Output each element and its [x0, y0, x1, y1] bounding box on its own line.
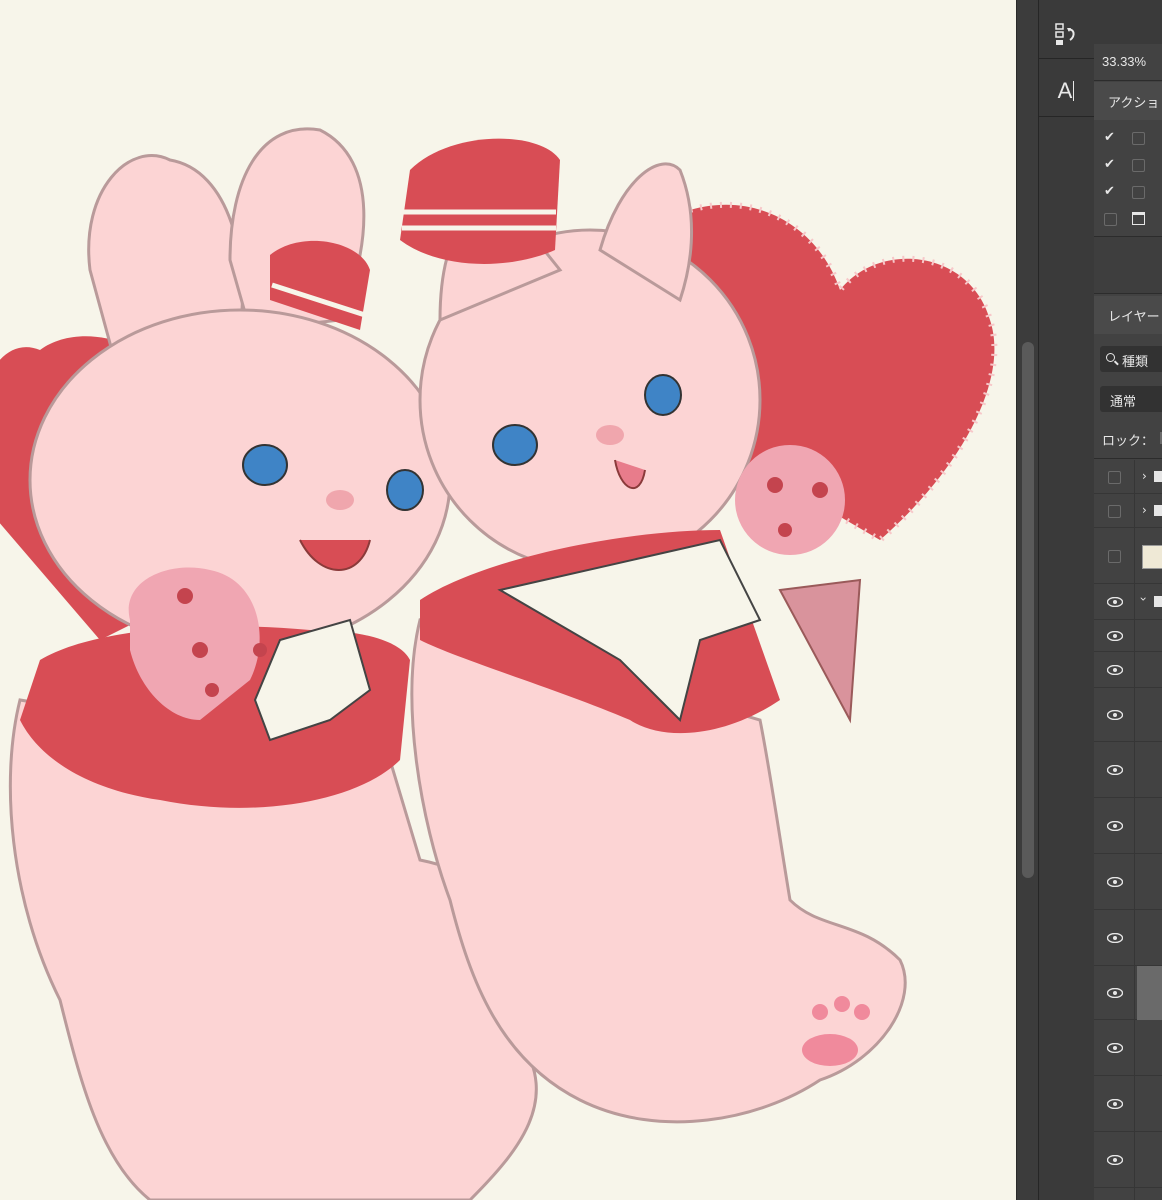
eye-icon[interactable] — [1107, 933, 1123, 943]
actions-panel-title: アクショ — [1108, 96, 1160, 111]
folder-icon — [1154, 505, 1162, 516]
scrollbar-thumb[interactable] — [1022, 342, 1034, 878]
action-toggle-check-icon[interactable]: ✔ — [1104, 131, 1116, 144]
layer-filter-row: 種類 — [1094, 344, 1162, 374]
layer-row[interactable] — [1094, 1132, 1162, 1188]
layer-filter-label: 種類 — [1122, 355, 1149, 370]
eye-icon[interactable] — [1107, 597, 1123, 607]
action-toggle-check-icon[interactable]: ✔ — [1104, 158, 1116, 171]
blend-mode-value: 通常 — [1110, 395, 1137, 410]
layer-row[interactable] — [1094, 688, 1162, 742]
canvas-vertical-scrollbar[interactable] — [1016, 0, 1039, 1200]
layer-row[interactable] — [1094, 652, 1162, 688]
right-cat-paw-pad — [802, 1034, 858, 1066]
lock-label: ロック： — [1102, 434, 1155, 449]
action-toggle-empty[interactable] — [1104, 213, 1117, 226]
layer-selected-highlight — [1137, 966, 1162, 1020]
zoom-row: 33.33% — [1094, 44, 1162, 80]
type-tool-icon[interactable]: A — [1048, 74, 1084, 108]
layers-panel-title: レイヤー — [1108, 310, 1160, 325]
folder-icon — [1154, 596, 1162, 607]
layer-row[interactable] — [1094, 742, 1162, 798]
chevron-right-icon[interactable]: › — [1142, 503, 1147, 517]
actions-panel-tab[interactable]: アクショ — [1094, 82, 1162, 120]
right-panel-column: 33.33% アクショ ✔ ✔ ✔ レイヤー 種類 通常 ロック： › › › — [1094, 0, 1162, 1200]
layer-row[interactable]: › — [1094, 584, 1162, 620]
layer-row[interactable] — [1094, 1076, 1162, 1132]
right-ice-cream-scoop — [735, 445, 845, 555]
visibility-toggle-off[interactable] — [1108, 471, 1121, 484]
layer-row[interactable] — [1094, 854, 1162, 910]
eye-icon[interactable] — [1107, 877, 1123, 887]
visibility-toggle-off[interactable] — [1108, 505, 1121, 518]
actions-footer — [1094, 237, 1162, 293]
layer-thumbnail — [1142, 545, 1162, 569]
artwork-illustration — [0, 127, 998, 1200]
right-cat-eye-left — [492, 424, 538, 466]
eye-icon[interactable] — [1107, 710, 1123, 720]
actions-list: ✔ ✔ ✔ — [1094, 120, 1162, 232]
layer-row[interactable] — [1094, 1020, 1162, 1076]
panel-icon-strip: A — [1038, 0, 1095, 1200]
eye-icon[interactable] — [1107, 665, 1123, 675]
layers-panel-tab[interactable]: レイヤー — [1094, 296, 1162, 334]
layer-row[interactable] — [1094, 798, 1162, 854]
layer-row[interactable] — [1094, 528, 1162, 584]
action-dialog-toggle[interactable] — [1132, 132, 1145, 145]
action-dialog-toggle[interactable] — [1132, 186, 1145, 199]
blend-mode-select[interactable]: 通常 — [1100, 386, 1162, 412]
chevron-right-icon[interactable]: › — [1142, 469, 1147, 483]
blend-mode-row: 通常 — [1094, 384, 1162, 414]
eye-icon[interactable] — [1107, 1099, 1123, 1109]
action-toggle-check-icon[interactable]: ✔ — [1104, 185, 1116, 198]
layer-row-selected[interactable] — [1094, 966, 1162, 1020]
eye-icon[interactable] — [1107, 631, 1123, 641]
right-cat-hat — [400, 138, 560, 264]
layer-row[interactable]: › — [1094, 494, 1162, 528]
eye-icon[interactable] — [1107, 821, 1123, 831]
eye-icon[interactable] — [1107, 988, 1123, 998]
left-bunny-eye-left — [242, 444, 288, 486]
right-cat-eye-right — [644, 374, 682, 416]
visibility-toggle-off[interactable] — [1108, 550, 1121, 563]
eye-icon[interactable] — [1107, 1155, 1123, 1165]
layer-filter-select[interactable]: 種類 — [1100, 346, 1162, 372]
layer-row[interactable]: › — [1094, 460, 1162, 494]
layer-row[interactable] — [1094, 910, 1162, 966]
eye-icon[interactable] — [1107, 1043, 1123, 1053]
left-bunny-eye-right — [386, 469, 424, 511]
right-ice-cream-cone — [778, 578, 862, 724]
lock-row: ロック： — [1094, 426, 1162, 450]
folder-icon — [1154, 471, 1162, 482]
navigator-preview — [1094, 0, 1162, 44]
zoom-level[interactable]: 33.33% — [1102, 54, 1146, 69]
layer-row[interactable] — [1094, 620, 1162, 652]
document-canvas[interactable] — [0, 0, 1016, 1200]
dialog-window-icon[interactable] — [1132, 212, 1145, 225]
history-brush-icon[interactable] — [1048, 18, 1084, 52]
eye-icon[interactable] — [1107, 765, 1123, 775]
action-dialog-toggle[interactable] — [1132, 159, 1145, 172]
chevron-down-icon[interactable]: › — [1136, 597, 1150, 602]
